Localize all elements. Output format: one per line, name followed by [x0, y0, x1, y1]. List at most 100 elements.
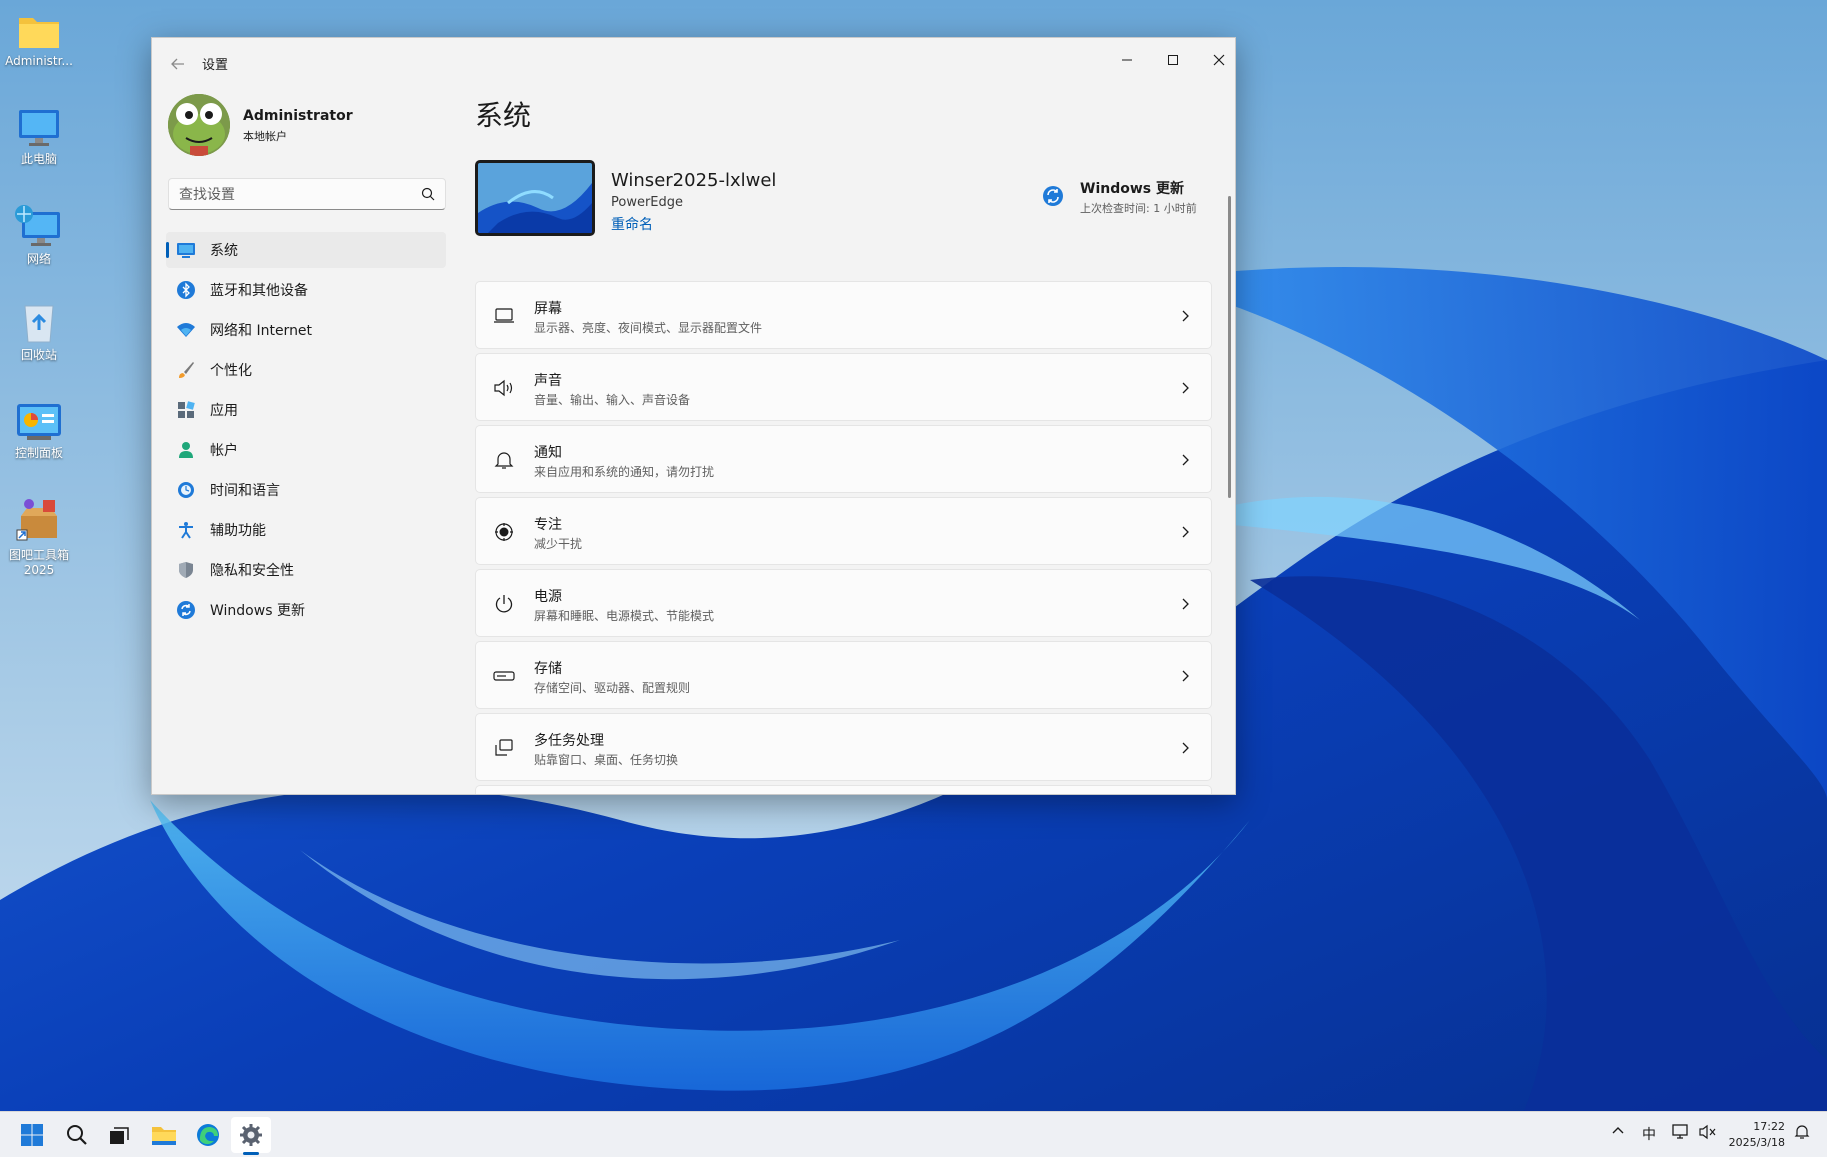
ime-indicator[interactable]: 中	[1642, 1124, 1656, 1144]
system-icon	[176, 240, 196, 260]
sidebar-item-label: 系统	[210, 243, 238, 259]
sidebar-item-label: 个性化	[210, 363, 252, 379]
list-item-notifications[interactable]: 通知 来自应用和系统的通知，请勿打扰	[475, 425, 1212, 493]
tray-overflow-button[interactable]	[1611, 1124, 1625, 1142]
windows-update-status[interactable]: Windows 更新 上次检查时间: 1 小时前	[1042, 178, 1222, 218]
back-button[interactable]	[166, 52, 190, 76]
sidebar-item-personalization[interactable]: 个性化	[166, 352, 446, 388]
list-item-title: 电源	[534, 589, 562, 605]
search-button[interactable]	[57, 1117, 97, 1153]
sidebar-item-apps[interactable]: 应用	[166, 392, 446, 428]
file-explorer-button[interactable]	[144, 1117, 184, 1153]
list-item-power[interactable]: 电源 屏幕和睡眠、电源模式、节能模式	[475, 569, 1212, 637]
clock[interactable]: 17:22 2025/3/18	[1729, 1119, 1785, 1151]
wallpaper-thumbnail-icon	[478, 163, 592, 233]
shield-icon	[176, 560, 196, 580]
sidebar-item-accounts[interactable]: 帐户	[166, 432, 446, 468]
sidebar-item-accessibility[interactable]: 辅助功能	[166, 512, 446, 548]
accessibility-icon	[176, 520, 196, 540]
settings-taskbar-button[interactable]	[231, 1117, 271, 1153]
list-item-storage[interactable]: 存储 存储空间、驱动器、配置规则	[475, 641, 1212, 709]
search-box[interactable]	[168, 178, 446, 210]
device-thumbnail	[475, 160, 595, 236]
sidebar-item-network[interactable]: 网络和 Internet	[166, 312, 446, 348]
scrollbar[interactable]	[1228, 196, 1231, 498]
sidebar-item-time-language[interactable]: 时间和语言	[166, 472, 446, 508]
windows-update-icon	[176, 600, 196, 620]
device-model: PowerEdge	[611, 195, 684, 210]
update-subtitle: 上次检查时间: 1 小时前	[1080, 202, 1197, 215]
list-item-title: 存储	[534, 661, 562, 677]
user-account-block[interactable]: Administrator 本地帐户	[168, 94, 428, 158]
list-item-partial[interactable]	[475, 785, 1212, 794]
title-bar[interactable]: 设置	[152, 38, 1235, 86]
chevron-right-icon	[1182, 526, 1189, 538]
desktop-icon-administrator[interactable]: Administr...	[4, 12, 74, 69]
task-view-icon	[110, 1127, 129, 1144]
list-item-title: 屏幕	[534, 301, 562, 317]
chevron-right-icon	[1182, 598, 1189, 610]
apps-icon	[176, 400, 196, 420]
chevron-right-icon	[1182, 454, 1189, 466]
list-item-sound[interactable]: 声音 音量、输出、输入、声音设备	[475, 353, 1212, 421]
list-item-multitasking[interactable]: 多任务处理 贴靠窗口、桌面、任务切换	[475, 713, 1212, 781]
windows-logo-icon	[21, 1124, 43, 1146]
desktop-icon-this-pc[interactable]: 此电脑	[4, 108, 74, 167]
desktop-icon-control-panel[interactable]: 控制面板	[4, 402, 74, 461]
back-arrow-icon	[171, 58, 184, 70]
account-icon	[176, 440, 196, 460]
settings-window: 设置 Administrator 本地帐户 查找设置 系统 蓝牙和其他设备 网络…	[151, 37, 1236, 795]
sidebar-item-label: 应用	[210, 403, 238, 419]
power-icon	[492, 592, 516, 616]
maximize-button[interactable]	[1150, 44, 1196, 76]
control-panel-icon	[17, 404, 61, 440]
bell-icon	[1794, 1125, 1810, 1139]
list-item-subtitle: 显示器、亮度、夜间模式、显示器配置文件	[534, 321, 763, 335]
time-language-icon	[176, 480, 196, 500]
desktop-icon-network[interactable]: 网络	[4, 204, 74, 267]
sidebar-item-label: 网络和 Internet	[210, 323, 313, 339]
clock-date: 2025/3/18	[1728, 1136, 1785, 1149]
minimize-button[interactable]	[1104, 44, 1150, 76]
network-icon	[15, 205, 60, 246]
desktop-icon-toolbox[interactable]: 图吧工具箱 2025	[4, 496, 74, 578]
task-view-button[interactable]	[100, 1117, 140, 1153]
edge-icon	[197, 1124, 219, 1146]
clock-time: 17:22	[1753, 1120, 1785, 1133]
close-icon	[1213, 54, 1225, 66]
list-item-subtitle: 来自应用和系统的通知，请勿打扰	[534, 465, 715, 479]
wifi-icon	[176, 320, 196, 340]
multitasking-icon	[492, 736, 516, 760]
frog-avatar-icon	[168, 94, 230, 156]
list-item-display[interactable]: 屏幕 显示器、亮度、夜间模式、显示器配置文件	[475, 281, 1212, 349]
network-status-button[interactable]	[1672, 1124, 1690, 1144]
computer-icon	[19, 110, 59, 146]
list-item-title: 通知	[534, 445, 562, 461]
window-title: 设置	[202, 58, 229, 73]
recycle-bin-icon	[24, 305, 54, 343]
display-icon	[492, 304, 516, 328]
device-name: Winser2025-lxlwel	[611, 170, 777, 191]
update-title: Windows 更新	[1080, 181, 1184, 197]
rename-link[interactable]: 重命名	[611, 214, 653, 234]
network-status-icon	[1672, 1124, 1688, 1139]
edge-browser-button[interactable]	[188, 1117, 228, 1153]
sidebar-item-system[interactable]: 系统	[166, 232, 446, 268]
search-input[interactable]	[179, 185, 409, 205]
sidebar-item-windows-update[interactable]: Windows 更新	[166, 592, 446, 628]
list-item-title: 声音	[534, 373, 562, 389]
sidebar-item-label: 帐户	[210, 443, 238, 459]
chevron-right-icon	[1182, 670, 1189, 682]
list-item-focus[interactable]: 专注 减少干扰	[475, 497, 1212, 565]
desktop-icon-recycle-bin[interactable]: 回收站	[4, 300, 74, 363]
notification-button[interactable]	[1794, 1124, 1810, 1144]
sidebar-item-bluetooth[interactable]: 蓝牙和其他设备	[166, 272, 446, 308]
bell-icon	[492, 448, 516, 472]
sidebar-item-privacy[interactable]: 隐私和安全性	[166, 552, 446, 588]
volume-button[interactable]	[1699, 1124, 1717, 1144]
minimize-icon	[1122, 59, 1132, 61]
account-type: 本地帐户	[243, 130, 287, 143]
folder-icon	[19, 18, 59, 48]
start-button[interactable]	[12, 1117, 52, 1153]
close-button[interactable]	[1196, 44, 1235, 76]
